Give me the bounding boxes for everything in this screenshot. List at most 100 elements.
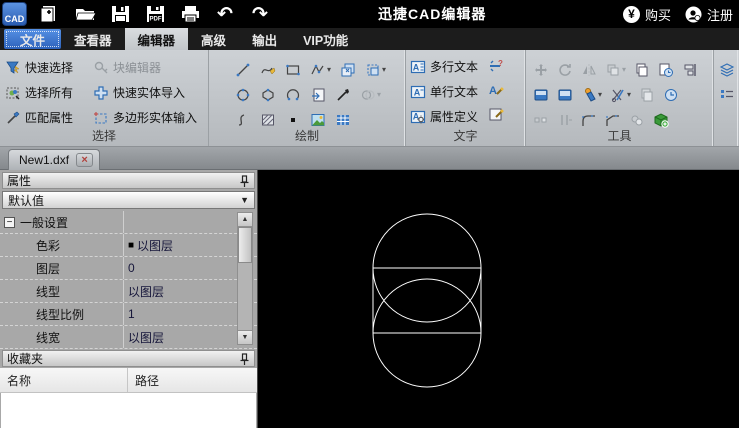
attribute-define-label: 属性定义 — [430, 108, 478, 125]
ellipse-icon[interactable] — [260, 87, 276, 103]
match-properties-label: 匹配属性 — [25, 109, 73, 126]
paste-time-icon[interactable] — [658, 62, 674, 78]
rectangle-icon[interactable] — [285, 62, 301, 78]
property-row-linetype-scale[interactable]: 线型比例 1 — [0, 303, 257, 326]
drawing-canvas[interactable] — [258, 170, 739, 428]
new-file-button[interactable] — [38, 3, 62, 25]
copy-icon[interactable] — [634, 62, 650, 78]
paste-block-icon[interactable] — [557, 87, 573, 103]
document-tab[interactable]: New1.dxf × — [8, 149, 100, 170]
property-grid-scrollbar[interactable]: ▲ ▼ — [237, 212, 253, 345]
menu-advanced[interactable]: 高级 — [188, 28, 239, 50]
save-pdf-icon: PDF — [145, 4, 166, 24]
save-pdf-button[interactable]: PDF — [143, 3, 167, 25]
block-define-button[interactable]: ▾ — [365, 62, 386, 78]
property-row-linetype[interactable]: 线型 以图层 — [0, 280, 257, 303]
erase-button[interactable]: ▾ — [581, 87, 602, 103]
rotate-icon[interactable] — [557, 62, 573, 78]
quick-select-button[interactable]: 快速选择 — [5, 57, 93, 78]
favorites-panel-header: 收藏夹 — [2, 350, 255, 367]
mirror-icon[interactable] — [581, 62, 597, 78]
pen-icon[interactable] — [335, 87, 351, 103]
ribbon-group-text: A 多行文本 A 单行文本 A 属性定义 — [405, 50, 525, 146]
circle-icon[interactable] — [235, 87, 251, 103]
property-label: 线型 — [36, 283, 60, 300]
copy-disabled-icon[interactable] — [639, 87, 655, 103]
print-button[interactable] — [178, 3, 202, 25]
select-all-button[interactable]: 选择所有 — [5, 82, 93, 103]
polyline-vertex-button[interactable]: ▾ — [310, 62, 331, 78]
menu-vip[interactable]: VIP功能 — [290, 28, 361, 50]
edit-attribute-icon[interactable] — [488, 106, 504, 122]
print-icon — [179, 4, 202, 24]
stretch-icon[interactable] — [533, 112, 549, 128]
polyline-icon[interactable] — [260, 62, 276, 78]
quick-select-label: 快速选择 — [25, 59, 73, 76]
image-icon[interactable] — [310, 112, 326, 128]
buy-button[interactable]: ¥ 购买 — [623, 5, 671, 24]
edit-text-icon[interactable]: A — [488, 82, 504, 98]
property-row-lineweight[interactable]: 线宽 以图层 — [0, 326, 257, 349]
blend-button[interactable]: ▾ — [360, 87, 381, 103]
find-replace-icon[interactable]: ? — [488, 58, 504, 74]
favorites-list[interactable] — [1, 393, 256, 428]
polyline-vertex-icon — [310, 62, 326, 78]
singleline-text-button[interactable]: A 单行文本 — [410, 81, 478, 102]
undo-button[interactable]: ↶ — [213, 3, 237, 25]
move-icon[interactable] — [533, 62, 549, 78]
document-tab-bar: New1.dxf × — [0, 147, 739, 170]
pin-icon[interactable] — [239, 353, 250, 369]
restore-icon[interactable] — [663, 87, 679, 103]
scroll-down-icon[interactable]: ▼ — [238, 330, 252, 344]
favorites-column-name[interactable]: 名称 — [0, 368, 128, 392]
property-row-layer[interactable]: 图层 0 — [0, 257, 257, 280]
quick-entity-import-button[interactable]: 快速实体导入 — [93, 82, 207, 103]
register-button[interactable]: 注册 — [685, 5, 733, 24]
match-properties-button[interactable]: 匹配属性 — [5, 107, 93, 128]
table-icon[interactable] — [335, 112, 351, 128]
hatch-icon[interactable] — [260, 112, 276, 128]
paste-icon[interactable] — [533, 87, 549, 103]
array-button[interactable]: ▾ — [605, 62, 626, 78]
open-file-button[interactable] — [73, 3, 97, 25]
point-icon[interactable] — [285, 112, 301, 128]
layers-icon[interactable] — [719, 62, 735, 78]
chamfer-icon[interactable] — [605, 112, 621, 128]
property-group-row[interactable]: − 一般设置 — [0, 211, 257, 234]
favorites-column-path[interactable]: 路径 — [128, 368, 159, 392]
align-icon[interactable] — [682, 62, 698, 78]
trim-button[interactable]: ▾ — [610, 87, 631, 103]
multiline-text-button[interactable]: A 多行文本 — [410, 56, 478, 77]
redo-button[interactable]: ↷ — [248, 3, 272, 25]
spline-icon[interactable] — [235, 112, 251, 128]
close-tab-button[interactable]: × — [76, 153, 93, 167]
group-icon[interactable] — [629, 112, 645, 128]
pin-icon[interactable] — [239, 175, 250, 191]
scroll-up-icon[interactable]: ▲ — [238, 213, 252, 227]
cad-logo-icon[interactable]: CAD — [2, 2, 27, 26]
menu-output[interactable]: 输出 — [239, 28, 290, 50]
fillet-icon[interactable] — [581, 112, 597, 128]
attribute-define-button[interactable]: A 属性定义 — [410, 106, 478, 127]
block-insert-icon[interactable] — [340, 62, 356, 78]
object-icon[interactable] — [310, 87, 326, 103]
arc-icon[interactable] — [285, 87, 301, 103]
properties-list-icon[interactable] — [719, 87, 735, 103]
menu-editor[interactable]: 编辑器 — [125, 28, 189, 50]
block-add-icon[interactable] — [653, 112, 669, 128]
property-preset-select[interactable]: 默认值 ▼ — [2, 191, 255, 209]
property-value: 以图层 — [128, 283, 164, 300]
select-all-label: 选择所有 — [25, 84, 73, 101]
block-editor-button[interactable]: 块编辑器 — [93, 57, 207, 78]
property-row-color[interactable]: 色彩 ■ 以图层 — [0, 234, 257, 257]
collapse-icon[interactable]: − — [4, 217, 15, 228]
save-button[interactable] — [108, 3, 132, 25]
menu-file[interactable]: 文件 — [4, 29, 61, 49]
undo-icon: ↶ — [217, 5, 233, 24]
line-icon[interactable] — [235, 62, 251, 78]
scrollbar-thumb[interactable] — [238, 227, 252, 263]
polygon-entity-input-button[interactable]: 多边形实体输入 — [93, 107, 207, 128]
offset-icon[interactable] — [557, 112, 573, 128]
ribbon: 快速选择 块编辑器 选择所有 — [0, 50, 739, 147]
menu-viewer[interactable]: 查看器 — [61, 28, 125, 50]
